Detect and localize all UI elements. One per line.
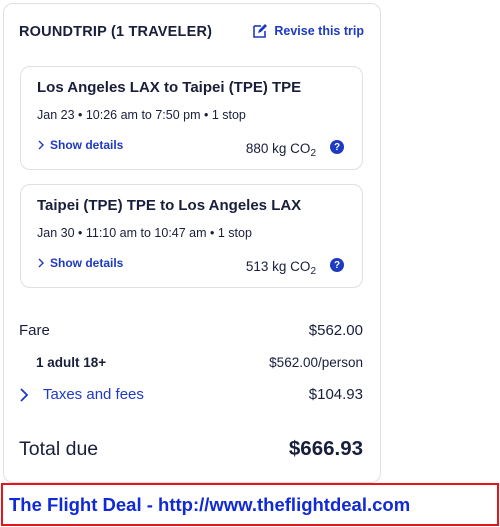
adult-fare-row: 1 adult 18+ $562.00/person bbox=[19, 355, 363, 370]
adult-label: 1 adult 18+ bbox=[36, 355, 107, 370]
revise-trip-label: Revise this trip bbox=[274, 24, 364, 38]
total-row: Total due $666.93 bbox=[19, 437, 363, 461]
chevron-right-icon bbox=[38, 258, 44, 268]
trip-type-heading: ROUNDTRIP (1 TRAVELER) bbox=[19, 24, 213, 40]
fare-row: Fare $562.00 bbox=[19, 322, 363, 339]
help-icon[interactable]: ? bbox=[330, 258, 344, 272]
show-details-label: Show details bbox=[50, 256, 124, 270]
taxes-label: Taxes and fees bbox=[43, 386, 144, 403]
leg-route: Los Angeles LAX to Taipei (TPE) TPE bbox=[37, 79, 302, 96]
leg-times: Jan 30 • 11:10 am to 10:47 am • 1 stop bbox=[37, 226, 252, 240]
trip-summary-panel: ROUNDTRIP (1 TRAVELER) Revise this trip … bbox=[3, 3, 381, 483]
show-details-link[interactable]: Show details bbox=[37, 256, 123, 270]
co2-value: 880 kg CO bbox=[245, 141, 311, 156]
flight-leg-card: Taipei (TPE) TPE to Los Angeles LAX Jan … bbox=[20, 184, 363, 288]
taxes-value: $104.93 bbox=[308, 386, 363, 403]
co2-subscript: 2 bbox=[310, 266, 316, 277]
help-icon[interactable]: ? bbox=[330, 140, 344, 154]
revise-trip-link[interactable]: Revise this trip bbox=[252, 23, 364, 39]
adult-value: $562.00/person bbox=[269, 355, 363, 370]
total-label: Total due bbox=[19, 437, 99, 460]
co2-emissions: 880 kg CO2 bbox=[246, 141, 316, 159]
show-details-link[interactable]: Show details bbox=[37, 138, 123, 152]
taxes-row: Taxes and fees $104.93 bbox=[19, 386, 363, 403]
show-details-label: Show details bbox=[50, 138, 124, 152]
taxes-toggle[interactable]: Taxes and fees bbox=[19, 386, 144, 403]
chevron-right-icon bbox=[20, 387, 29, 402]
fare-label: Fare bbox=[19, 322, 50, 339]
co2-emissions: 513 kg CO2 bbox=[246, 259, 316, 277]
co2-subscript: 2 bbox=[310, 148, 316, 159]
edit-icon bbox=[253, 24, 268, 38]
total-value: $666.93 bbox=[288, 437, 363, 460]
leg-route: Taipei (TPE) TPE to Los Angeles LAX bbox=[37, 197, 302, 214]
watermark-banner: The Flight Deal - http://www.theflightde… bbox=[1, 483, 499, 526]
flight-leg-card: Los Angeles LAX to Taipei (TPE) TPE Jan … bbox=[20, 66, 363, 170]
co2-value: 513 kg CO bbox=[245, 259, 311, 274]
chevron-right-icon bbox=[38, 140, 44, 150]
fare-value: $562.00 bbox=[308, 322, 363, 339]
banner-text: The Flight Deal - http://www.theflightde… bbox=[9, 493, 411, 515]
leg-times: Jan 23 • 10:26 am to 7:50 pm • 1 stop bbox=[37, 108, 246, 122]
